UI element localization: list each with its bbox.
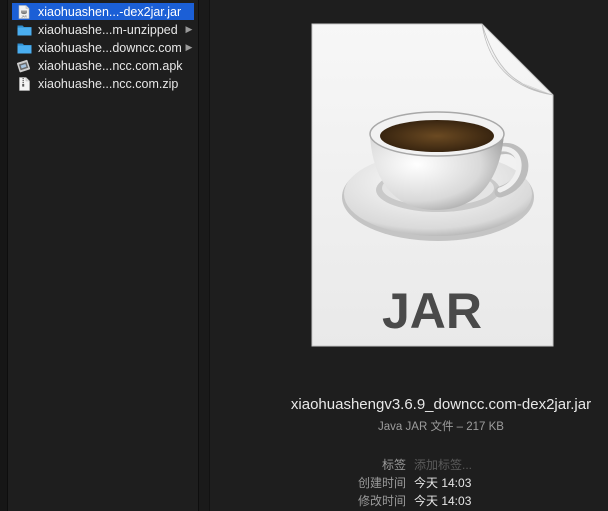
preview-filename: xiaohuashengv3.6.9_downcc.com-dex2jar.ja… [290, 396, 592, 413]
disclosure-arrow-icon[interactable]: ▶ [184, 24, 194, 35]
finder-window: JAR xiaohuashen...-dex2jar.jar xiaohuash… [0, 0, 608, 511]
folder-icon [16, 23, 32, 37]
file-name: xiaohuashe...downcc.com [38, 40, 182, 55]
add-tags-field[interactable]: 添加标签... [414, 456, 472, 473]
tags-row: 标签 添加标签... [330, 455, 472, 473]
apk-file-icon [16, 59, 32, 73]
jar-document-icon: JAR [310, 22, 555, 348]
file-list-column: JAR xiaohuashen...-dex2jar.jar xiaohuash… [8, 0, 198, 511]
preview-pane: JAR xiaohuashengv3.6.9_downcc.com-dex2ja… [210, 0, 608, 511]
file-row-zip[interactable]: xiaohuashe...ncc.com.zip [12, 75, 194, 92]
jar-file-icon: JAR [16, 4, 32, 19]
created-row: 创建时间 今天 14:03 [330, 473, 472, 491]
svg-text:JAR: JAR [21, 14, 28, 18]
tags-label: 标签 [381, 457, 406, 472]
metadata-table: 标签 添加标签... 创建时间 今天 14:03 修改时间 今天 14:03 [330, 455, 472, 509]
file-name: xiaohuashe...ncc.com.apk [38, 58, 183, 73]
file-name: xiaohuashe...ncc.com.zip [38, 76, 179, 91]
file-row-apk[interactable]: xiaohuashe...ncc.com.apk [12, 57, 194, 74]
modified-row: 修改时间 今天 14:03 [330, 491, 472, 509]
modified-value: 今天 14:03 [414, 493, 472, 508]
icon-label: JAR [382, 283, 482, 339]
previous-column-edge [0, 0, 8, 511]
modified-label: 修改时间 [357, 493, 406, 508]
created-value: 今天 14:03 [414, 475, 472, 490]
zip-file-icon [16, 76, 32, 91]
file-name: xiaohuashe...m-unzipped [38, 22, 178, 37]
created-label: 创建时间 [357, 475, 406, 490]
file-row-downcc-folder[interactable]: xiaohuashe...downcc.com ▶ [12, 39, 194, 56]
file-row-jar[interactable]: JAR xiaohuashen...-dex2jar.jar [12, 3, 194, 20]
folder-icon [16, 41, 32, 55]
disclosure-arrow-icon[interactable]: ▶ [184, 42, 194, 53]
preview-kind-size: Java JAR 文件 – 217 KB [378, 421, 504, 433]
file-row-unzipped-folder[interactable]: xiaohuashe...m-unzipped ▶ [12, 21, 194, 38]
column-resize-handle[interactable] [199, 0, 210, 511]
file-name: xiaohuashen...-dex2jar.jar [38, 4, 182, 19]
